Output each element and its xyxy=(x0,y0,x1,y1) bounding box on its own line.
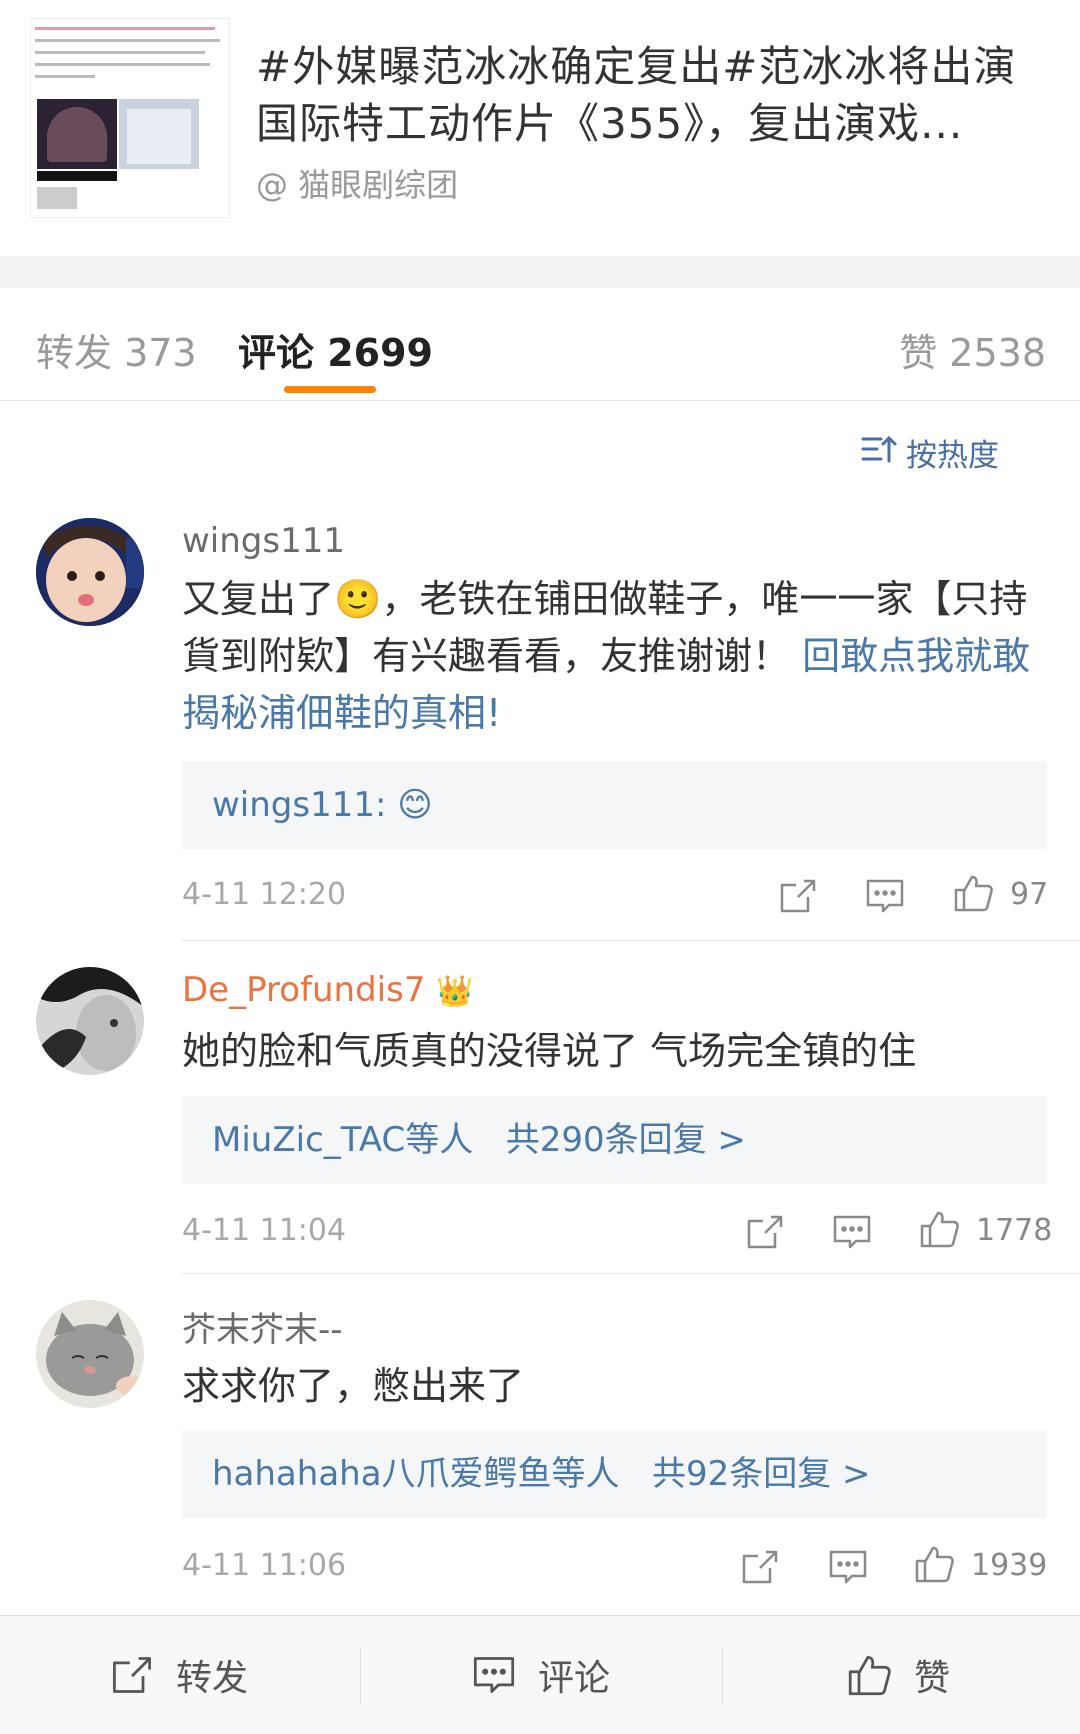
crown-badge-icon: 👑 xyxy=(436,974,474,1009)
comment-icon[interactable] xyxy=(828,1548,868,1586)
like-count: 97 xyxy=(1010,877,1049,912)
comment-text: 又复出了🙂，老铁在铺田做鞋子，唯一一家【只持貨到附欵】有兴趣看看，友推谢谢！ 回… xyxy=(182,571,1042,742)
divider xyxy=(722,1648,723,1704)
repost-icon xyxy=(113,1657,151,1693)
username-text: De_Profundis7 xyxy=(182,970,426,1010)
post-title[interactable]: #外媒曝范冰冰确定复出#范冰冰将出演国际特工动作片《355》，复出演戏... xyxy=(256,38,1046,152)
comment-text: 她的脸和气质真的没得说了 气场完全镇的住 xyxy=(182,1029,917,1073)
bottom-like-button[interactable]: 赞 xyxy=(848,1616,950,1734)
avatar[interactable] xyxy=(36,1300,144,1408)
tab-bar: 转发 373 评论 2699 赞 2538 xyxy=(0,288,1080,401)
comment-username[interactable]: wings111 xyxy=(182,521,345,561)
link-icon: 回 xyxy=(802,634,841,678)
tab-comment[interactable]: 评论 2699 xyxy=(238,322,433,377)
smile-emoji-icon: 🙂 xyxy=(334,577,382,621)
reply-count-link[interactable]: 共92条回复 > xyxy=(652,1454,871,1494)
bottom-comment-label: 评论 xyxy=(538,1658,611,1699)
post-source[interactable]: @ 猫眼剧综团 xyxy=(256,160,458,206)
comment-username[interactable]: De_Profundis7 👑 xyxy=(182,970,474,1010)
divider xyxy=(360,1648,361,1704)
comment-divider xyxy=(182,1273,1080,1274)
bottom-action-bar: 转发 评论 赞 xyxy=(0,1615,1080,1734)
repost-icon[interactable] xyxy=(740,1548,780,1586)
like-icon[interactable] xyxy=(915,1545,955,1583)
like-icon[interactable] xyxy=(954,874,994,912)
like-count: 1939 xyxy=(971,1548,1048,1583)
comment-time: 4-11 11:04 xyxy=(182,1213,347,1248)
reply-box[interactable]: hahahaha八爪爱鳄鱼等人 共92条回复 > xyxy=(182,1430,1047,1518)
reply-users: MiuZic_TAC等人 xyxy=(212,1120,474,1160)
avatar[interactable] xyxy=(36,518,144,626)
reply-box[interactable]: wings111: 😊 xyxy=(182,761,1047,849)
bottom-comment-button[interactable]: 评论 xyxy=(472,1616,610,1734)
comment-icon[interactable] xyxy=(865,877,905,915)
section-divider xyxy=(0,256,1080,288)
reply-users: hahahaha八爪爱鳄鱼等人 xyxy=(212,1454,620,1494)
comment-time: 4-11 12:20 xyxy=(182,877,347,912)
sort-button[interactable]: 按热度 xyxy=(861,430,999,475)
comment-text-start: 又复出了 xyxy=(182,577,335,621)
comment-text: 求求你了，憋出来了 xyxy=(182,1364,525,1408)
blush-emoji-icon: 😊 xyxy=(397,785,433,825)
comment-divider xyxy=(182,940,1080,941)
comment-username[interactable]: 芥末芥末-- xyxy=(182,1302,343,1351)
like-icon xyxy=(848,1656,891,1696)
comment-icon xyxy=(473,1657,515,1693)
active-tab-indicator xyxy=(284,386,376,393)
sort-label: 按热度 xyxy=(906,438,999,474)
reply-box[interactable]: MiuZic_TAC等人 共290条回复 > xyxy=(182,1096,1047,1184)
tab-like[interactable]: 赞 2538 xyxy=(899,322,1046,377)
post-card[interactable]: #外媒曝范冰冰确定复出#范冰冰将出演国际特工动作片《355》，复出演戏... @… xyxy=(0,0,1080,256)
bottom-like-label: 赞 xyxy=(914,1658,951,1699)
tab-repost[interactable]: 转发 373 xyxy=(36,322,197,377)
repost-icon[interactable] xyxy=(745,1213,785,1251)
avatar[interactable] xyxy=(36,967,144,1075)
reply-count-link[interactable]: 共290条回复 > xyxy=(506,1120,746,1160)
bottom-repost-label: 转发 xyxy=(176,1658,249,1699)
like-count: 1778 xyxy=(976,1213,1053,1248)
repost-icon[interactable] xyxy=(778,877,818,915)
like-icon[interactable] xyxy=(920,1210,960,1248)
post-thumbnail[interactable] xyxy=(30,18,230,218)
comment-icon[interactable] xyxy=(832,1213,872,1251)
comment-time: 4-11 11:06 xyxy=(182,1548,347,1583)
bottom-repost-button[interactable]: 转发 xyxy=(110,1616,248,1734)
reply-username[interactable]: wings111: xyxy=(212,785,386,825)
sort-icon xyxy=(861,435,897,463)
